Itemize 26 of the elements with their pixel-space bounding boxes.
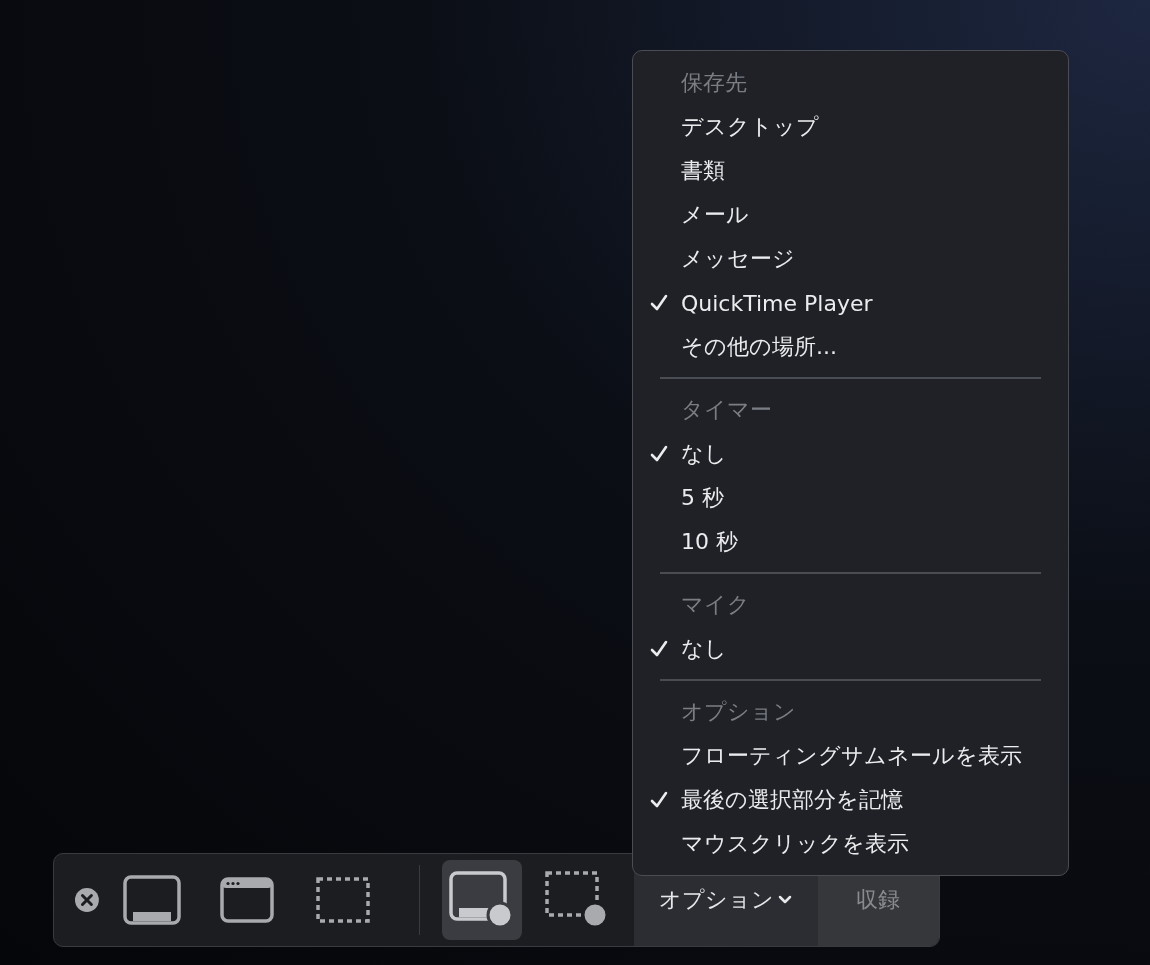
checkmark-icon	[650, 640, 668, 658]
menu-item[interactable]: QuickTime Player	[633, 281, 1068, 325]
dashed-selection-icon	[315, 877, 370, 923]
checkmark-icon	[650, 791, 668, 809]
menu-item[interactable]: なし	[633, 432, 1068, 476]
menu-item[interactable]: 最後の選択部分を記憶	[633, 778, 1068, 822]
menu-section-heading: マイク	[681, 591, 750, 619]
chevron-down-icon	[778, 895, 793, 905]
window-icon	[220, 877, 275, 923]
checkmark-icon	[650, 445, 668, 463]
menu-item[interactable]: 5 秒	[633, 476, 1068, 520]
menu-section-heading: オプション	[681, 698, 796, 726]
menu-section-heading: タイマー	[681, 396, 772, 424]
screen-icon	[122, 875, 181, 925]
menu-item[interactable]: フローティングサムネールを表示	[633, 734, 1068, 778]
menu-item[interactable]: その他の場所...	[633, 325, 1068, 369]
menu-item[interactable]: メール	[633, 193, 1068, 237]
menu-item[interactable]: 10 秒	[633, 520, 1068, 564]
capture-mode-button[interactable]	[442, 860, 523, 940]
menu-item[interactable]: 書類	[633, 149, 1068, 193]
menu-item[interactable]: なし	[633, 627, 1068, 671]
close-icon[interactable]	[74, 887, 100, 913]
menu-item[interactable]: メッセージ	[633, 237, 1068, 281]
menu-item[interactable]: デスクトップ	[633, 105, 1068, 149]
checkmark-icon	[650, 294, 668, 312]
menu-section-heading: 保存先	[681, 69, 747, 97]
